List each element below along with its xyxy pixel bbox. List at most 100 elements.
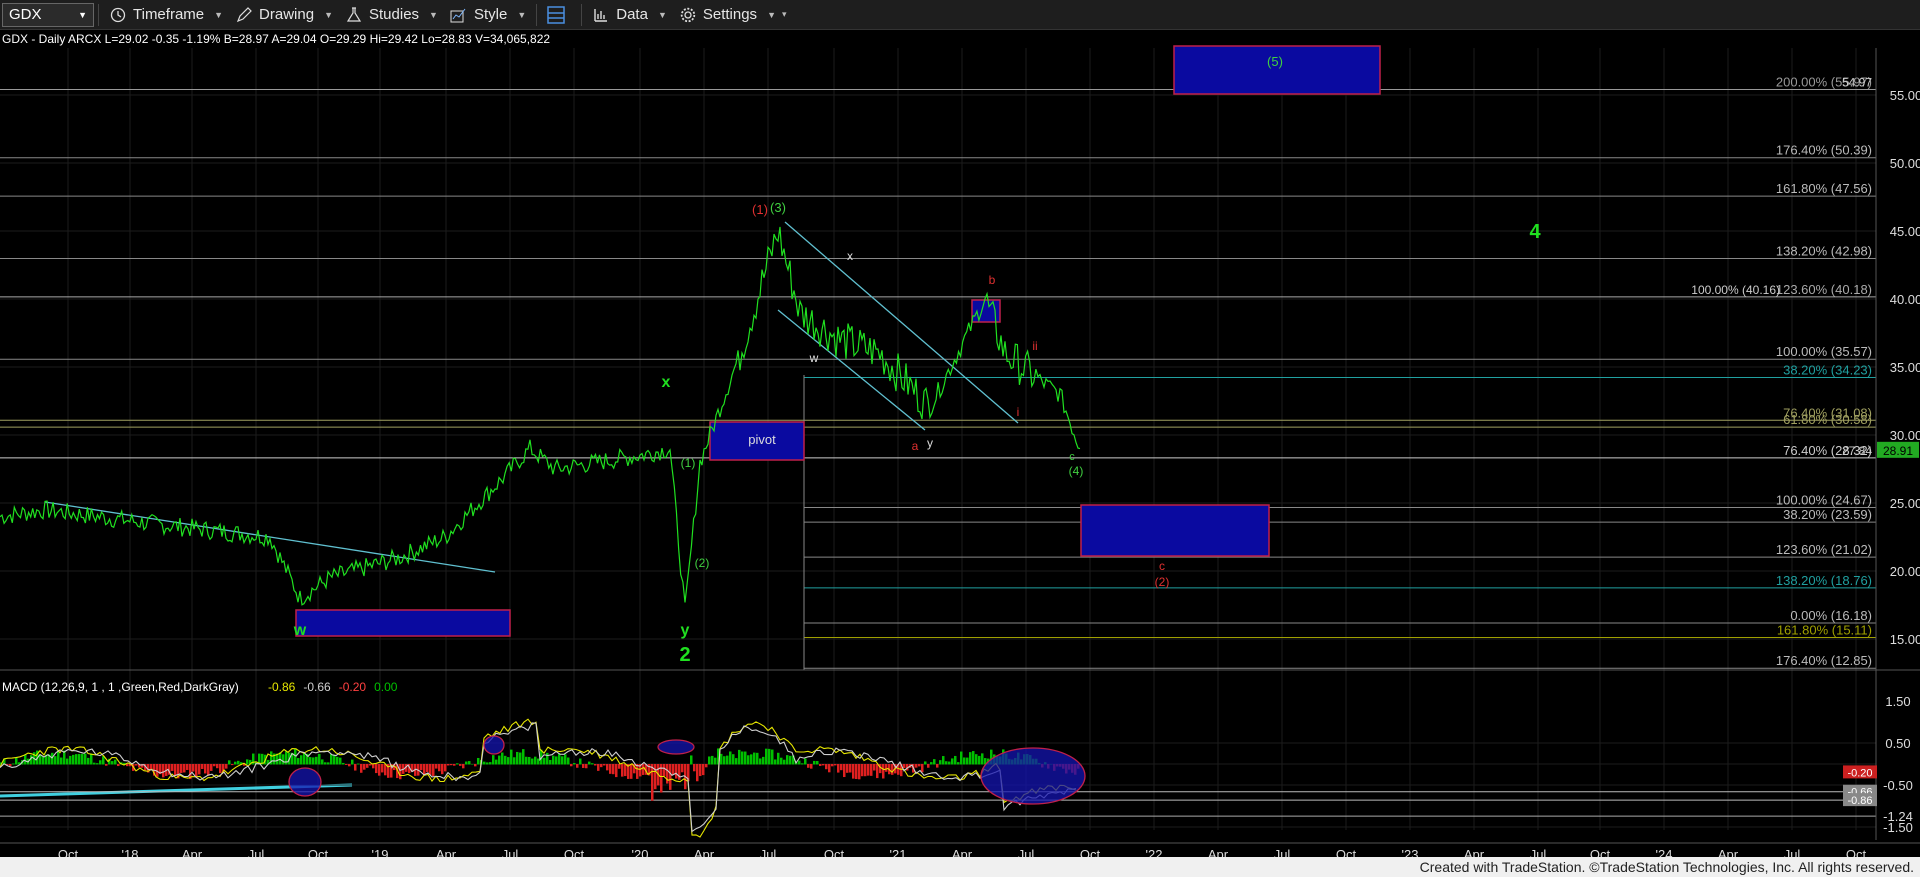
price-chart[interactable]: 200.00% (55.97)54.97176.40% (50.39)161.8… bbox=[0, 30, 1920, 857]
time-axis-label: Apr bbox=[436, 847, 457, 857]
macd-histogram-bar bbox=[786, 755, 789, 765]
chart-toolbar: GDX ▼ Timeframe ▼ Drawing ▼ Studies ▼ St… bbox=[0, 0, 1920, 30]
macd-histogram-bar bbox=[954, 755, 957, 765]
macd-histogram-bar bbox=[183, 764, 186, 773]
macd-histogram-bar bbox=[498, 755, 501, 765]
macd-histogram-bar bbox=[855, 764, 858, 780]
timeframe-button[interactable]: Timeframe ▼ bbox=[103, 0, 229, 30]
data-button[interactable]: Data ▼ bbox=[586, 0, 673, 30]
macd-histogram-bar bbox=[927, 764, 930, 768]
wave-label: (1) bbox=[681, 456, 696, 470]
macd-histogram-bar bbox=[816, 761, 819, 765]
style-label: Style bbox=[473, 6, 508, 23]
macd-value: -0.66 bbox=[303, 680, 331, 694]
macd-histogram-bar bbox=[708, 756, 711, 765]
macd-histogram-bar bbox=[9, 764, 12, 767]
macd-histogram-bar bbox=[54, 756, 57, 765]
time-axis-label: '19 bbox=[372, 847, 389, 857]
macd-histogram-bar bbox=[783, 759, 786, 765]
macd-histogram-bar bbox=[771, 749, 774, 765]
fib-label: 138.20% (18.76) bbox=[1776, 573, 1872, 588]
fib-label: 38.20% (34.23) bbox=[1783, 362, 1872, 377]
macd-histogram-bar bbox=[567, 757, 570, 765]
drawing-button[interactable]: Drawing ▼ bbox=[229, 0, 339, 30]
macd-histogram-bar bbox=[597, 764, 600, 771]
wave-label: y bbox=[927, 436, 933, 450]
divergence-highlight bbox=[288, 767, 322, 797]
layout-button[interactable] bbox=[541, 0, 577, 30]
macd-histogram-bar bbox=[675, 764, 678, 779]
macd-histogram-bar bbox=[870, 764, 873, 776]
price-info-line: GDX - Daily ARCX L=29.02 -0.35 -1.19% B=… bbox=[2, 32, 550, 46]
macd-histogram-bar bbox=[591, 763, 594, 765]
macd-histogram-bar bbox=[219, 764, 222, 774]
macd-histogram-bar bbox=[612, 764, 615, 775]
macd-histogram-bar bbox=[924, 761, 927, 765]
macd-histogram-bar bbox=[24, 754, 27, 765]
time-axis-label: Oct bbox=[1846, 847, 1867, 857]
macd-histogram-bar bbox=[864, 764, 867, 777]
macd-histogram-bar bbox=[336, 756, 339, 765]
symbol-selector[interactable]: GDX ▼ bbox=[2, 2, 94, 27]
macd-histogram-bar bbox=[789, 755, 792, 765]
bar-chart-icon bbox=[592, 6, 610, 24]
macd-histogram-bar bbox=[327, 762, 330, 765]
macd-histogram-bar bbox=[435, 764, 438, 769]
macd-histogram-bar bbox=[837, 764, 840, 773]
macd-histogram-bar bbox=[348, 764, 351, 767]
macd-histogram-bar bbox=[975, 754, 978, 765]
macd-histogram-bar bbox=[846, 764, 849, 773]
macd-histogram-bar bbox=[186, 764, 189, 770]
macd-histogram-bar bbox=[750, 754, 753, 765]
macd-histogram-bar bbox=[882, 764, 885, 779]
macd-histogram-bar bbox=[321, 759, 324, 765]
macd-histogram-bar bbox=[375, 764, 378, 774]
macd-histogram-bar bbox=[945, 761, 948, 765]
price-axis-label: 30.00 bbox=[1890, 428, 1920, 443]
macd-histogram-bar bbox=[819, 764, 822, 766]
macd-histogram-bar bbox=[483, 761, 486, 765]
macd-histogram-bar bbox=[63, 750, 66, 765]
wave-label: (2) bbox=[695, 556, 710, 570]
wave-label: c bbox=[1069, 451, 1075, 463]
macd-histogram-bar bbox=[333, 755, 336, 765]
macd-histogram-bar bbox=[360, 764, 363, 773]
studies-button[interactable]: Studies ▼ bbox=[339, 0, 444, 30]
macd-axis-label: 0.50 bbox=[1885, 736, 1910, 751]
macd-histogram-bar bbox=[939, 760, 942, 765]
time-axis-label: Apr bbox=[1208, 847, 1229, 857]
macd-histogram-bar bbox=[180, 764, 183, 773]
macd-histogram-bar bbox=[936, 764, 939, 768]
macd-histogram-bar bbox=[774, 759, 777, 765]
macd-histogram-bar bbox=[51, 752, 54, 765]
macd-histogram-bar bbox=[450, 764, 453, 766]
macd-histogram-bar bbox=[681, 764, 684, 773]
macd-histogram-bar bbox=[342, 762, 345, 765]
macd-histogram-bar bbox=[849, 764, 852, 773]
macd-histogram-bar bbox=[828, 764, 831, 773]
macd-histogram-bar bbox=[960, 751, 963, 765]
timeframe-label: Timeframe bbox=[133, 6, 205, 23]
macd-histogram-bar bbox=[915, 764, 918, 768]
settings-button[interactable]: Settings ▼ ▾ bbox=[673, 0, 793, 30]
macd-histogram-bar bbox=[318, 753, 321, 765]
macd-value-label: -0.86 bbox=[1847, 795, 1872, 807]
fib-label: 161.80% (15.11) bbox=[1777, 623, 1872, 638]
macd-histogram-bar bbox=[174, 764, 177, 776]
macd-histogram-bar bbox=[852, 764, 855, 779]
macd-histogram-bar bbox=[330, 754, 333, 765]
macd-histogram-bar bbox=[570, 764, 573, 767]
macd-histogram-bar bbox=[75, 754, 78, 765]
macd-histogram-bar bbox=[114, 759, 117, 765]
macd-histogram-bar bbox=[663, 764, 666, 777]
time-axis-label: Oct bbox=[1080, 847, 1101, 857]
macd-histogram-bar bbox=[951, 758, 954, 765]
macd-histogram-bar bbox=[555, 756, 558, 765]
time-axis-label: Oct bbox=[824, 847, 845, 857]
target-box-wave-2 bbox=[1080, 504, 1270, 557]
style-button[interactable]: Style ▼ bbox=[444, 0, 532, 30]
macd-histogram-bar bbox=[300, 755, 303, 765]
macd-histogram-bar bbox=[522, 749, 525, 765]
wave-label: c bbox=[1159, 559, 1165, 573]
macd-histogram-bar bbox=[465, 761, 468, 765]
